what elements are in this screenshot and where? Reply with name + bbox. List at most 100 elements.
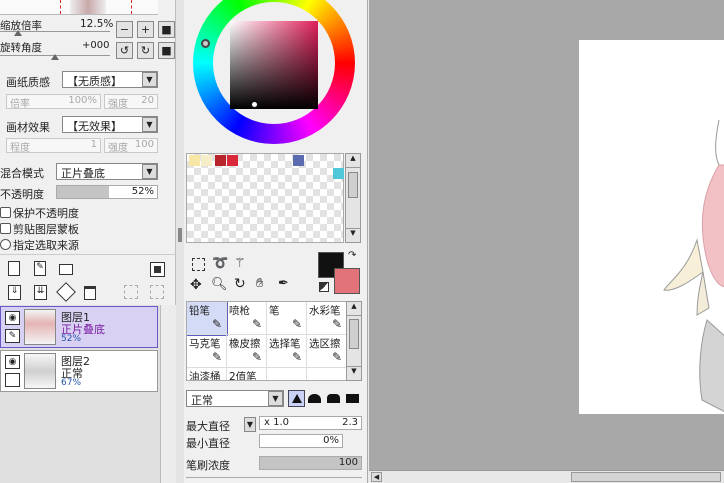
- rotate-slider-handle[interactable]: [51, 54, 59, 60]
- eyedropper-icon[interactable]: ✒: [278, 276, 289, 291]
- canvas-horizontal-scrollbar[interactable]: ◀: [369, 470, 724, 483]
- rotate-ccw-button[interactable]: ↺: [116, 42, 133, 59]
- selection-source-radio[interactable]: [0, 239, 11, 250]
- hue-picker-marker[interactable]: [201, 39, 210, 48]
- tool-button[interactable]: 喷枪 ✎: [227, 302, 267, 335]
- zoom-slider-handle[interactable]: [14, 30, 22, 36]
- layer-list: ◉ ✎ 图层1 正片叠底 52% ◉ 图层2 正常 67%: [0, 305, 160, 483]
- clear-layer-icon[interactable]: [56, 282, 76, 302]
- pen-icon[interactable]: ✎: [5, 329, 20, 343]
- chevron-down-icon[interactable]: ▼: [142, 117, 157, 132]
- color-palette[interactable]: [186, 153, 344, 243]
- opacity-slider-fill: [57, 186, 109, 198]
- min-size-slider[interactable]: 0%: [259, 434, 343, 448]
- palette-swatch[interactable]: [333, 168, 344, 179]
- tool-button[interactable]: 橡皮擦 ✎: [227, 335, 267, 368]
- zoom-in-button[interactable]: +: [137, 21, 154, 38]
- zoom-out-button[interactable]: −: [116, 21, 133, 38]
- tool-button[interactable]: 笔 ✎: [267, 302, 307, 335]
- layer-item-2[interactable]: ◉ 图层2 正常 67%: [0, 350, 158, 392]
- clipping-mask-label: 剪贴图层蒙板: [13, 223, 79, 236]
- protect-opacity-label: 保护不透明度: [13, 207, 79, 220]
- tool-button[interactable]: 马克笔 ✎: [187, 335, 227, 368]
- layer-panel-toggle-icon[interactable]: [150, 262, 165, 277]
- rect-select-icon[interactable]: [192, 258, 205, 271]
- move-icon[interactable]: ✥: [190, 277, 202, 293]
- eye-icon[interactable]: ◉: [5, 355, 20, 369]
- canvas[interactable]: [579, 40, 724, 414]
- chevron-down-icon[interactable]: ▼: [142, 72, 157, 87]
- tip-square-icon[interactable]: [346, 394, 359, 403]
- palette-scrollbar[interactable]: ▲ ▼: [345, 153, 361, 243]
- eye-icon[interactable]: ◉: [5, 311, 20, 325]
- chevron-down-icon[interactable]: ▼: [142, 164, 157, 179]
- scroll-up-icon[interactable]: ▲: [346, 154, 360, 168]
- zoom-reset-button[interactable]: ■: [158, 21, 175, 38]
- max-size-field[interactable]: x 1.0 2.3: [259, 416, 362, 430]
- sv-picker-marker[interactable]: [250, 100, 259, 109]
- tool-icon: ✎: [291, 350, 302, 364]
- rotate-reset-button[interactable]: ■: [158, 42, 175, 59]
- protect-opacity-checkbox[interactable]: [0, 207, 11, 218]
- chevron-down-icon[interactable]: ▼: [268, 391, 283, 406]
- tool-button[interactable]: 选择笔 ✎: [267, 335, 307, 368]
- panel-splitter[interactable]: [176, 0, 184, 483]
- palette-swatch[interactable]: [201, 155, 212, 166]
- rotate-tool-icon[interactable]: ↻: [234, 276, 246, 292]
- swap-colors-icon[interactable]: ↷: [348, 250, 356, 261]
- tip-hard-icon[interactable]: [288, 390, 305, 407]
- merge-down-icon[interactable]: ⇓: [8, 285, 21, 300]
- palette-swatch[interactable]: [293, 155, 304, 166]
- delete-layer-icon[interactable]: [84, 286, 96, 300]
- palette-swatch[interactable]: [215, 155, 226, 166]
- lasso-icon[interactable]: ➰: [212, 256, 228, 271]
- scroll-left-icon[interactable]: ◀: [371, 472, 382, 482]
- canvas-area[interactable]: [369, 0, 724, 470]
- effect-degree-label: 程度: [10, 143, 30, 154]
- density-slider[interactable]: 100: [259, 456, 362, 470]
- magic-wand-icon[interactable]: ⚚: [234, 256, 246, 271]
- zoom-tool-icon[interactable]: 🔍︎: [211, 277, 228, 292]
- tip-medium-icon[interactable]: [308, 394, 321, 403]
- tool-grid-scrollbar[interactable]: ▲ ▼: [346, 301, 362, 381]
- saturation-value-square[interactable]: [230, 21, 318, 109]
- layer-list-scrollbar[interactable]: [160, 305, 176, 483]
- size-multiplier-button[interactable]: ▼: [244, 417, 256, 432]
- blend-mode-value: 正片叠底: [61, 167, 105, 180]
- next-setting-row: [186, 477, 362, 483]
- tip-soft-icon[interactable]: [327, 394, 340, 403]
- palette-swatch[interactable]: [227, 155, 238, 166]
- clipping-mask-checkbox[interactable]: [0, 223, 11, 234]
- scroll-down-icon[interactable]: ▼: [347, 366, 361, 380]
- scroll-up-icon[interactable]: ▲: [347, 302, 361, 316]
- splitter-grip[interactable]: [178, 228, 182, 242]
- rotate-label: 旋转角度: [0, 42, 42, 54]
- palette-swatch[interactable]: [189, 155, 200, 166]
- scroll-thumb[interactable]: [348, 172, 358, 198]
- effect-degree-value: 1: [90, 139, 97, 150]
- tool-button[interactable]: 水彩笔 ✎: [307, 302, 347, 335]
- tool-button[interactable]: 油漆桶✎: [187, 368, 227, 381]
- tool-button[interactable]: 铅笔 ✎: [187, 302, 228, 336]
- layer-opacity: 52%: [61, 334, 82, 344]
- layer-item-1[interactable]: ◉ ✎ 图层1 正片叠底 52%: [0, 306, 158, 348]
- scroll-down-icon[interactable]: ▼: [346, 228, 360, 242]
- lock-box[interactable]: [5, 373, 20, 387]
- tool-button[interactable]: 选区擦 ✎: [307, 335, 347, 368]
- new-folder-icon[interactable]: [59, 264, 73, 275]
- opacity-slider[interactable]: 52%: [56, 185, 158, 199]
- hand-tool-icon[interactable]: ✋︎: [256, 276, 263, 291]
- min-size-label: 最小直径: [186, 437, 230, 450]
- new-pen-layer-icon[interactable]: ✎: [34, 261, 46, 276]
- tool-button[interactable]: 2值笔✎: [227, 368, 267, 380]
- default-colors-icon[interactable]: [319, 282, 329, 292]
- navigator-preview[interactable]: [0, 0, 158, 15]
- tool-label: 油漆桶: [189, 371, 221, 381]
- rotate-cw-button[interactable]: ↻: [137, 42, 154, 59]
- scroll-thumb[interactable]: [571, 472, 721, 482]
- scroll-thumb[interactable]: [349, 319, 359, 349]
- new-layer-icon[interactable]: [8, 261, 20, 276]
- merge-visible-icon[interactable]: ⇊: [34, 285, 47, 300]
- background-color-swatch[interactable]: [334, 268, 360, 294]
- tool-empty-slot: [307, 368, 347, 380]
